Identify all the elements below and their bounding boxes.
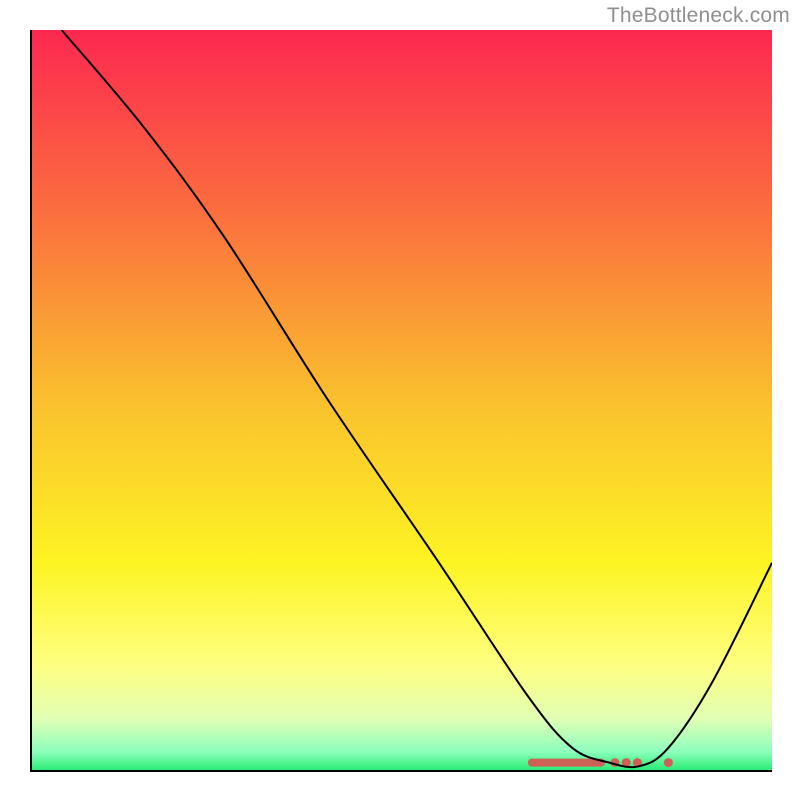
watermark-text: TheBottleneck.com [607,4,790,28]
plot-area [30,30,772,772]
chart-container: TheBottleneck.com [0,0,800,800]
gradient-background [32,30,772,770]
chart-svg [32,30,772,770]
